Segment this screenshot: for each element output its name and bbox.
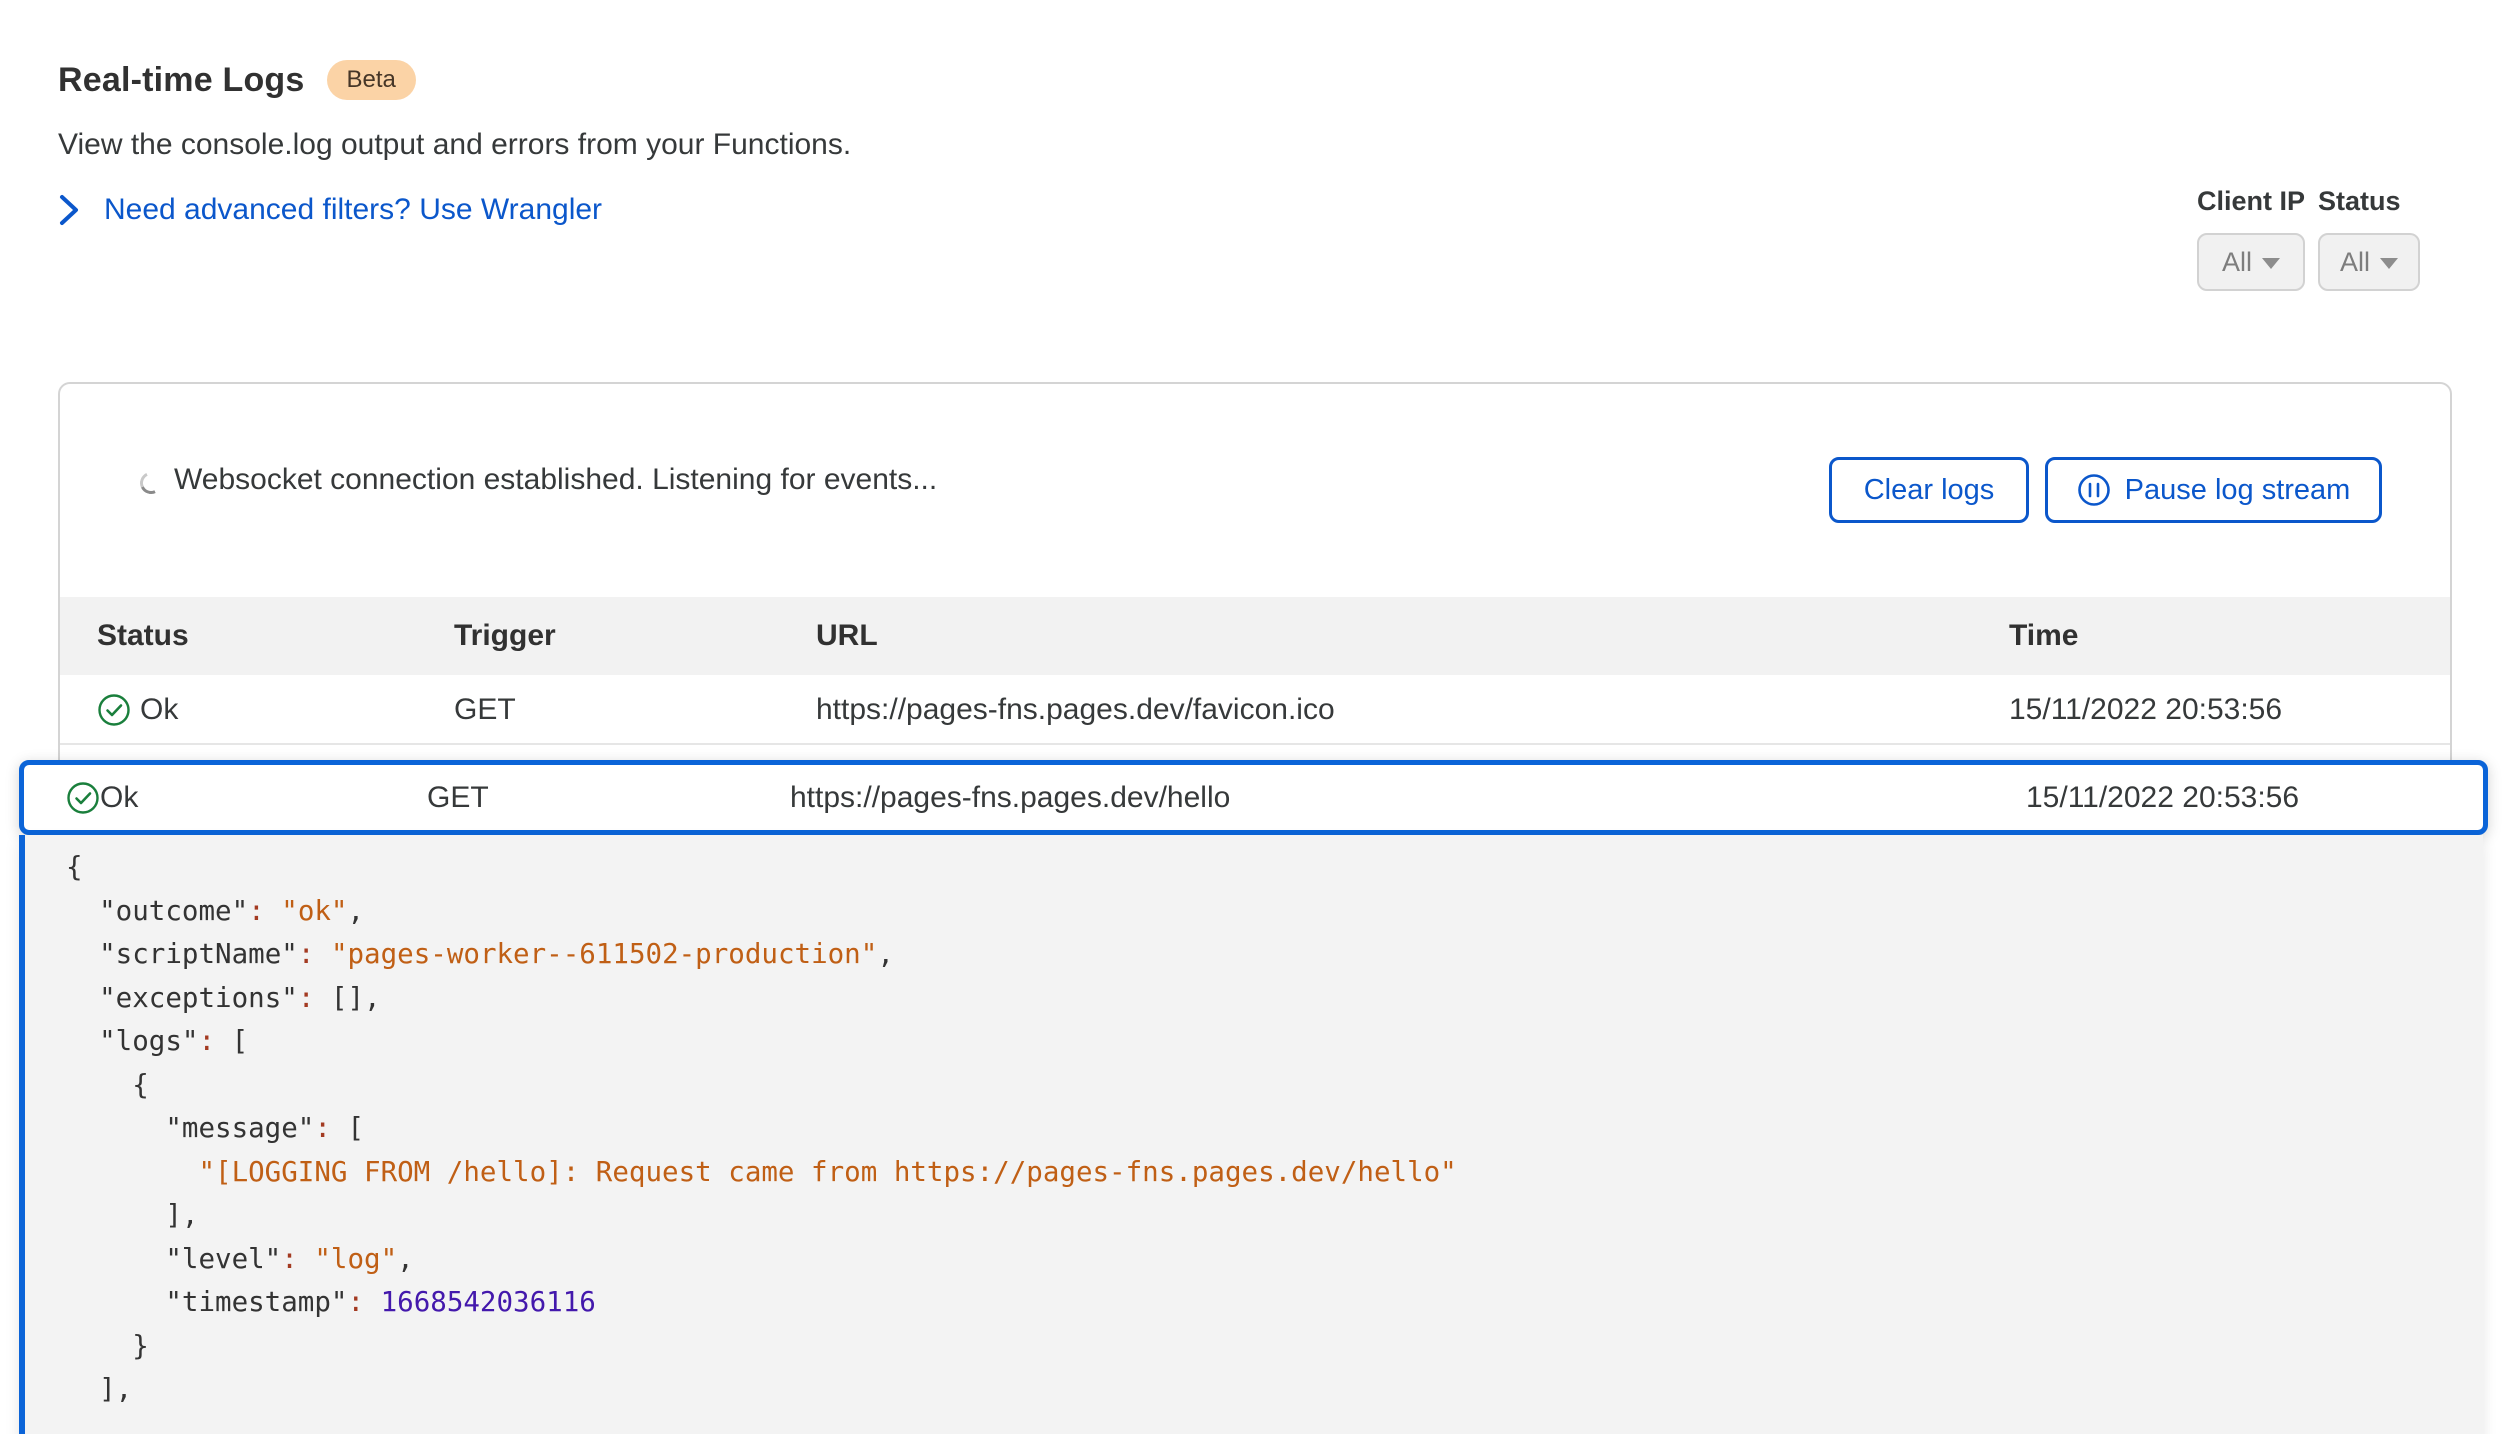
chevron-down-icon bbox=[2262, 258, 2280, 269]
row-time: 15/11/2022 20:53:56 bbox=[2009, 675, 2282, 745]
realtime-logs-page: Real-time Logs Beta View the console.log… bbox=[0, 0, 2508, 1434]
row-url: https://pages-fns.pages.dev/favicon.ico bbox=[816, 675, 1335, 745]
status-filter: Status All bbox=[2318, 186, 2420, 291]
column-header-time: Time bbox=[2009, 597, 2078, 675]
log-table-header: Status Trigger URL Time bbox=[60, 597, 2450, 675]
status-filter-label: Status bbox=[2318, 186, 2420, 217]
page-subtitle: View the console.log output and errors f… bbox=[58, 128, 851, 162]
pause-log-stream-button[interactable]: Pause log stream bbox=[2045, 457, 2382, 523]
status-filter-value: All bbox=[2340, 247, 2370, 278]
expanded-log-entry: Ok GET https://pages-fns.pages.dev/hello… bbox=[19, 760, 2488, 1434]
chevron-down-icon bbox=[2380, 258, 2398, 269]
status-ok-icon bbox=[66, 765, 100, 830]
row-url: https://pages-fns.pages.dev/hello bbox=[790, 765, 1230, 830]
row-trigger: GET bbox=[427, 765, 489, 830]
column-header-status: Status bbox=[97, 597, 189, 675]
page-header: Real-time Logs Beta bbox=[58, 60, 416, 100]
beta-badge: Beta bbox=[327, 60, 416, 100]
client-ip-filter-label: Client IP bbox=[2197, 186, 2305, 217]
row-trigger: GET bbox=[454, 675, 516, 745]
row-status-label: Ok bbox=[140, 675, 178, 745]
row-status-label: Ok bbox=[100, 765, 138, 830]
log-table-row[interactable]: Ok GET https://pages-fns.pages.dev/favic… bbox=[60, 675, 2450, 745]
selected-log-row[interactable]: Ok GET https://pages-fns.pages.dev/hello… bbox=[19, 760, 2488, 835]
pause-icon bbox=[2077, 473, 2111, 507]
pause-log-stream-button-label: Pause log stream bbox=[2125, 474, 2351, 507]
websocket-status-bar: Websocket connection established. Listen… bbox=[60, 384, 2450, 597]
status-ok-icon bbox=[97, 675, 131, 745]
status-filter-dropdown[interactable]: All bbox=[2318, 233, 2420, 291]
clear-logs-button-label: Clear logs bbox=[1864, 474, 1995, 507]
log-json-content: { "outcome": "ok", "scriptName": "pages-… bbox=[66, 846, 1457, 1412]
advanced-filters-link-label: Need advanced filters? Use Wrangler bbox=[104, 193, 602, 227]
client-ip-filter-dropdown[interactable]: All bbox=[2197, 233, 2305, 291]
clear-logs-button[interactable]: Clear logs bbox=[1829, 457, 2029, 523]
chevron-right-icon bbox=[58, 193, 80, 227]
column-header-url: URL bbox=[816, 597, 878, 675]
websocket-status-message: Websocket connection established. Listen… bbox=[174, 463, 937, 497]
page-title: Real-time Logs bbox=[58, 61, 305, 100]
client-ip-filter-value: All bbox=[2222, 247, 2252, 278]
row-time: 15/11/2022 20:53:56 bbox=[2026, 765, 2299, 830]
log-json-panel: { "outcome": "ok", "scriptName": "pages-… bbox=[19, 835, 2483, 1434]
client-ip-filter: Client IP All bbox=[2197, 186, 2305, 291]
advanced-filters-link[interactable]: Need advanced filters? Use Wrangler bbox=[58, 193, 602, 227]
column-header-trigger: Trigger bbox=[454, 597, 556, 675]
spinner-icon bbox=[137, 469, 165, 497]
